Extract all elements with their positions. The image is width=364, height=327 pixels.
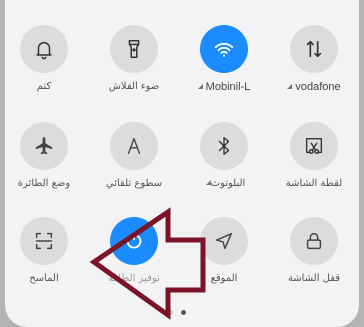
screenshot-scissors-icon[interactable] [290,122,338,170]
tile-label: وضع الطائرة [17,178,71,189]
tile-label: vodafone [269,81,359,93]
page-indicator [168,310,186,315]
tile-label: كتم [36,81,52,92]
tile-label: ضوء الفلاش [108,81,160,92]
tile-power-saver[interactable]: توفير الطاقة [89,217,179,307]
tile-mute[interactable]: كتم [0,25,89,115]
wifi-icon[interactable] [200,25,248,73]
bell-icon[interactable] [20,25,68,73]
auto-brightness-icon[interactable] [110,122,158,170]
tile-lock-screen[interactable]: قفل الشاشة [269,217,359,307]
page-dot-current[interactable] [181,310,186,315]
airplane-icon[interactable] [20,122,68,170]
flashlight-icon[interactable] [110,25,158,73]
tile-label: الموقع [210,273,238,284]
scanner-icon[interactable] [20,217,68,265]
tile-label: توفير الطاقة [108,273,160,284]
data-transfer-icon[interactable] [290,25,338,73]
expand-indicator-icon [197,84,203,89]
tile-flashlight[interactable]: ضوء الفلاش [89,25,179,115]
tile-label: Mobinil-L [179,81,269,93]
quick-settings-panel: vodafone Mobinil-L ضوء الفلاش كتم لقطة ا… [5,0,359,327]
tile-wifi[interactable]: Mobinil-L [179,25,269,115]
tile-label: لقطة الشاشة [285,178,343,189]
page-dot[interactable] [168,310,173,315]
tile-label: البلوتوث [179,178,269,189]
power-saver-icon[interactable] [110,217,158,265]
tile-screenshot[interactable]: لقطة الشاشة [269,122,359,212]
tile-label: الماسح [29,273,59,284]
tile-label: قفل الشاشة [287,273,341,284]
location-arrow-icon[interactable] [200,217,248,265]
tile-bluetooth[interactable]: البلوتوث [179,122,269,212]
tile-label: سطوع تلقائي [105,178,163,189]
lock-icon[interactable] [290,217,338,265]
expand-indicator-icon [287,84,293,89]
tile-location[interactable]: الموقع [179,217,269,307]
tile-scanner[interactable]: الماسح [0,217,89,307]
tile-vodafone[interactable]: vodafone [269,25,359,115]
bluetooth-icon[interactable] [200,122,248,170]
tile-airplane[interactable]: وضع الطائرة [0,122,89,212]
tile-auto-brightness[interactable]: سطوع تلقائي [89,122,179,212]
